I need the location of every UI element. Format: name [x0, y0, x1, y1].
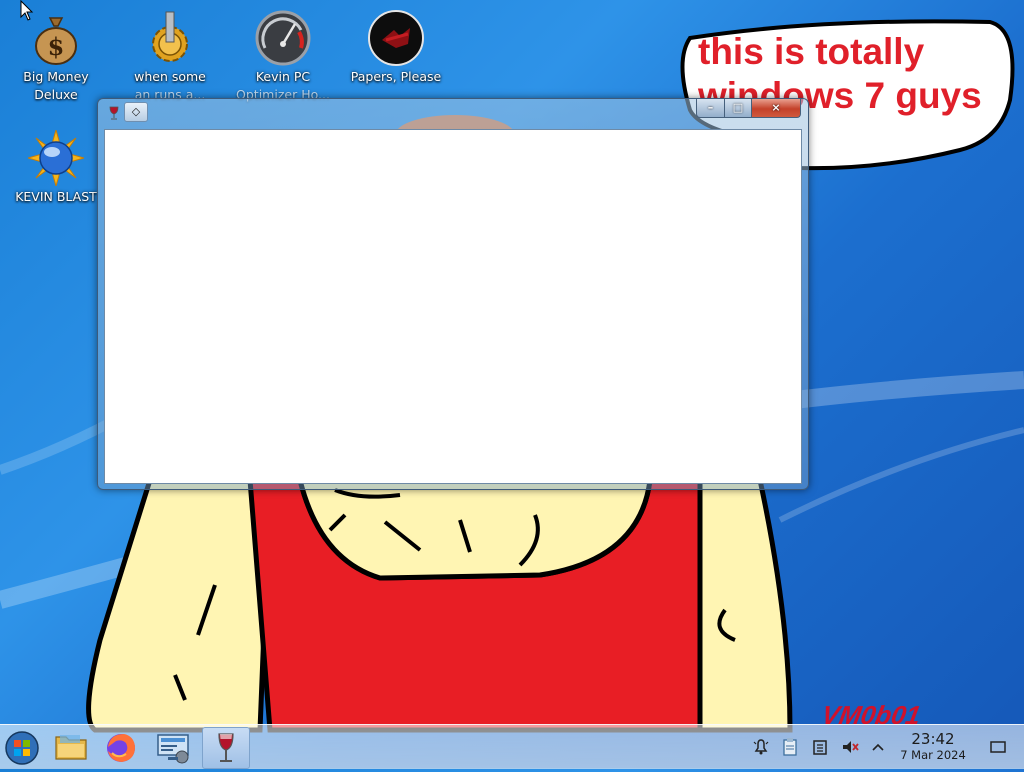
- clock-time: 23:42: [911, 730, 955, 748]
- desktop-icon-label: KEVIN BLAST: [15, 189, 97, 204]
- desktop-icon-label-line2: Deluxe: [34, 87, 78, 102]
- close-button[interactable]: ×: [751, 99, 801, 118]
- wine-glass-icon: [218, 733, 234, 762]
- taskbar-wine-app[interactable]: [202, 727, 250, 769]
- taskbar-file-explorer[interactable]: [48, 727, 94, 767]
- window-menu-button[interactable]: ◇: [124, 102, 148, 122]
- taskbar-firefox[interactable]: [98, 727, 144, 767]
- speech-bubble-line-1: this is totally: [698, 31, 925, 72]
- desktop-icon-when-some[interactable]: when some an runs a...: [114, 10, 226, 104]
- clock-date: 7 Mar 2024: [900, 748, 966, 762]
- start-button[interactable]: [0, 727, 46, 767]
- desktop-icon-label: Kevin PC: [255, 69, 311, 84]
- desktop-icon-label: Big Money: [23, 69, 89, 84]
- firefox-icon: [107, 734, 135, 762]
- desktop-icon-kevin-pc-optimizer[interactable]: Kevin PC Optimizer Ho...: [227, 10, 339, 104]
- desktop-icon-kevin-blast[interactable]: KEVIN BLAST: [0, 128, 112, 206]
- minimize-button[interactable]: –: [696, 99, 725, 118]
- computer-settings-icon: [157, 734, 189, 764]
- taskbar: 23:42 7 Mar 2024: [0, 724, 1024, 769]
- speedometer-icon: [255, 10, 311, 66]
- folder-icon: [55, 735, 87, 760]
- desktop-icon-big-money-deluxe[interactable]: $ Big Money Deluxe: [0, 10, 112, 104]
- muted-speaker-icon[interactable]: [840, 737, 860, 757]
- close-icon: ×: [771, 101, 781, 114]
- maximize-icon: □: [732, 101, 744, 114]
- notifications-bell-icon[interactable]: [751, 737, 771, 757]
- network-icon[interactable]: [810, 737, 830, 757]
- maximize-button[interactable]: □: [724, 99, 752, 118]
- svg-text:$: $: [48, 32, 65, 61]
- app-window[interactable]: ◇ – □ ×: [97, 98, 809, 490]
- mouse-cursor-icon: [20, 0, 34, 26]
- gear-icon: [142, 10, 198, 66]
- windows-orb-icon: [5, 731, 39, 765]
- wine-glass-icon[interactable]: [108, 105, 120, 120]
- window-client-area[interactable]: [104, 129, 802, 484]
- window-titlebar[interactable]: ◇ – □ ×: [98, 99, 808, 127]
- papers-please-icon: [368, 10, 424, 66]
- minimize-icon: –: [707, 101, 714, 114]
- show-hidden-icon[interactable]: [868, 737, 888, 757]
- clipboard-icon[interactable]: [780, 737, 800, 757]
- desktop-icon-papers-please[interactable]: Papers, Please: [340, 10, 452, 86]
- desktop-icon-label: Papers, Please: [350, 69, 442, 84]
- diamond-icon: ◇: [131, 105, 141, 118]
- system-clock[interactable]: 23:42 7 Mar 2024: [890, 730, 976, 763]
- taskbar-control-panel[interactable]: [150, 727, 196, 767]
- money-bag-icon: $: [28, 10, 84, 66]
- show-desktop-icon[interactable]: [988, 737, 1008, 757]
- globe-sun-icon: [26, 128, 86, 188]
- desktop-icon-label: when some: [134, 69, 206, 84]
